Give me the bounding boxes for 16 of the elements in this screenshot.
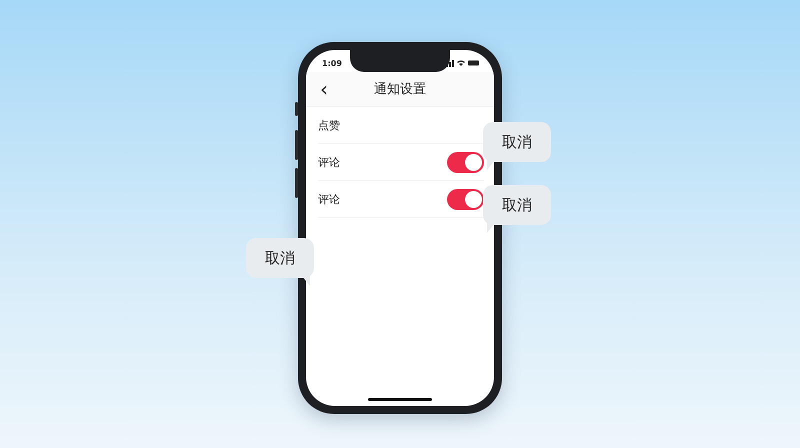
setting-label: 点赞 [318, 118, 340, 132]
setting-label: 评论 [318, 192, 340, 206]
toggle-switch[interactable] [447, 152, 484, 172]
speech-bubble: 取消 [246, 238, 314, 278]
bubble-tail [302, 276, 310, 286]
setting-label: 评论 [318, 154, 340, 170]
status-time: 1:09 [322, 58, 342, 68]
speech-bubble: 取消 [483, 122, 551, 162]
back-button[interactable]: ‹ [314, 79, 334, 99]
speech-bubble: 取消 [483, 185, 551, 225]
page-title: 通知设置 [373, 81, 427, 98]
bubble-tail [487, 223, 495, 233]
toggle-switch[interactable] [447, 188, 484, 210]
bubble-tail [487, 160, 495, 170]
status-icons [446, 59, 480, 67]
home-indicator [368, 398, 432, 401]
